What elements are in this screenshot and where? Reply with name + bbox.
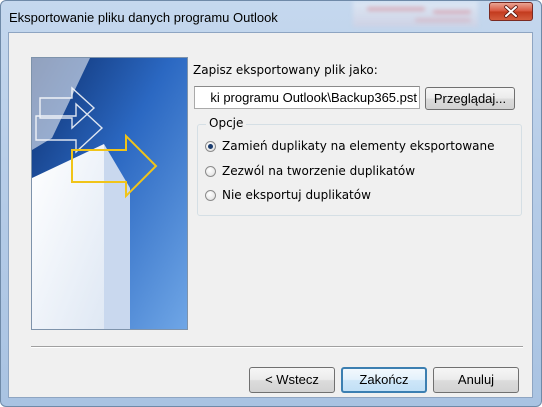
title-bar[interactable]: Eksportowanie pliku danych programu Outl… [1,1,541,33]
radio-label: Zezwól na tworzenie duplikatów [222,164,416,178]
radio-button[interactable] [205,189,216,201]
file-path-input[interactable]: ki programu Outlook\Backup365.pst [194,86,420,109]
back-button[interactable]: < Wstecz [249,367,335,393]
close-icon [504,5,518,18]
save-as-label: Zapisz eksportowany plik jako: [193,63,378,77]
background-window-blur [353,1,478,27]
finish-button[interactable]: Zakończ [341,367,427,393]
dialog-window: Eksportowanie pliku danych programu Outl… [0,0,542,407]
cancel-button[interactable]: Anuluj [433,367,519,393]
close-button[interactable] [489,2,533,21]
options-group-title: Opcje [206,116,247,130]
wizard-illustration [31,57,188,330]
radio-replace-duplicates[interactable]: Zamień duplikaty na elementy eksportowan… [205,137,494,155]
browse-button[interactable]: Przeglądaj... [425,87,515,110]
button-separator [31,346,523,348]
radio-button[interactable] [205,165,216,177]
radio-allow-duplicates[interactable]: Zezwól na tworzenie duplikatów [205,162,415,180]
radio-label: Zamień duplikaty na elementy eksportowan… [222,139,495,153]
radio-label: Nie eksportuj duplikatów [222,188,371,202]
radio-button[interactable] [205,140,216,152]
radio-no-duplicates[interactable]: Nie eksportuj duplikatów [205,186,371,204]
window-title: Eksportowanie pliku danych programu Outl… [9,10,278,25]
dialog-content: Zapisz eksportowany plik jako: ki progra… [8,32,533,398]
